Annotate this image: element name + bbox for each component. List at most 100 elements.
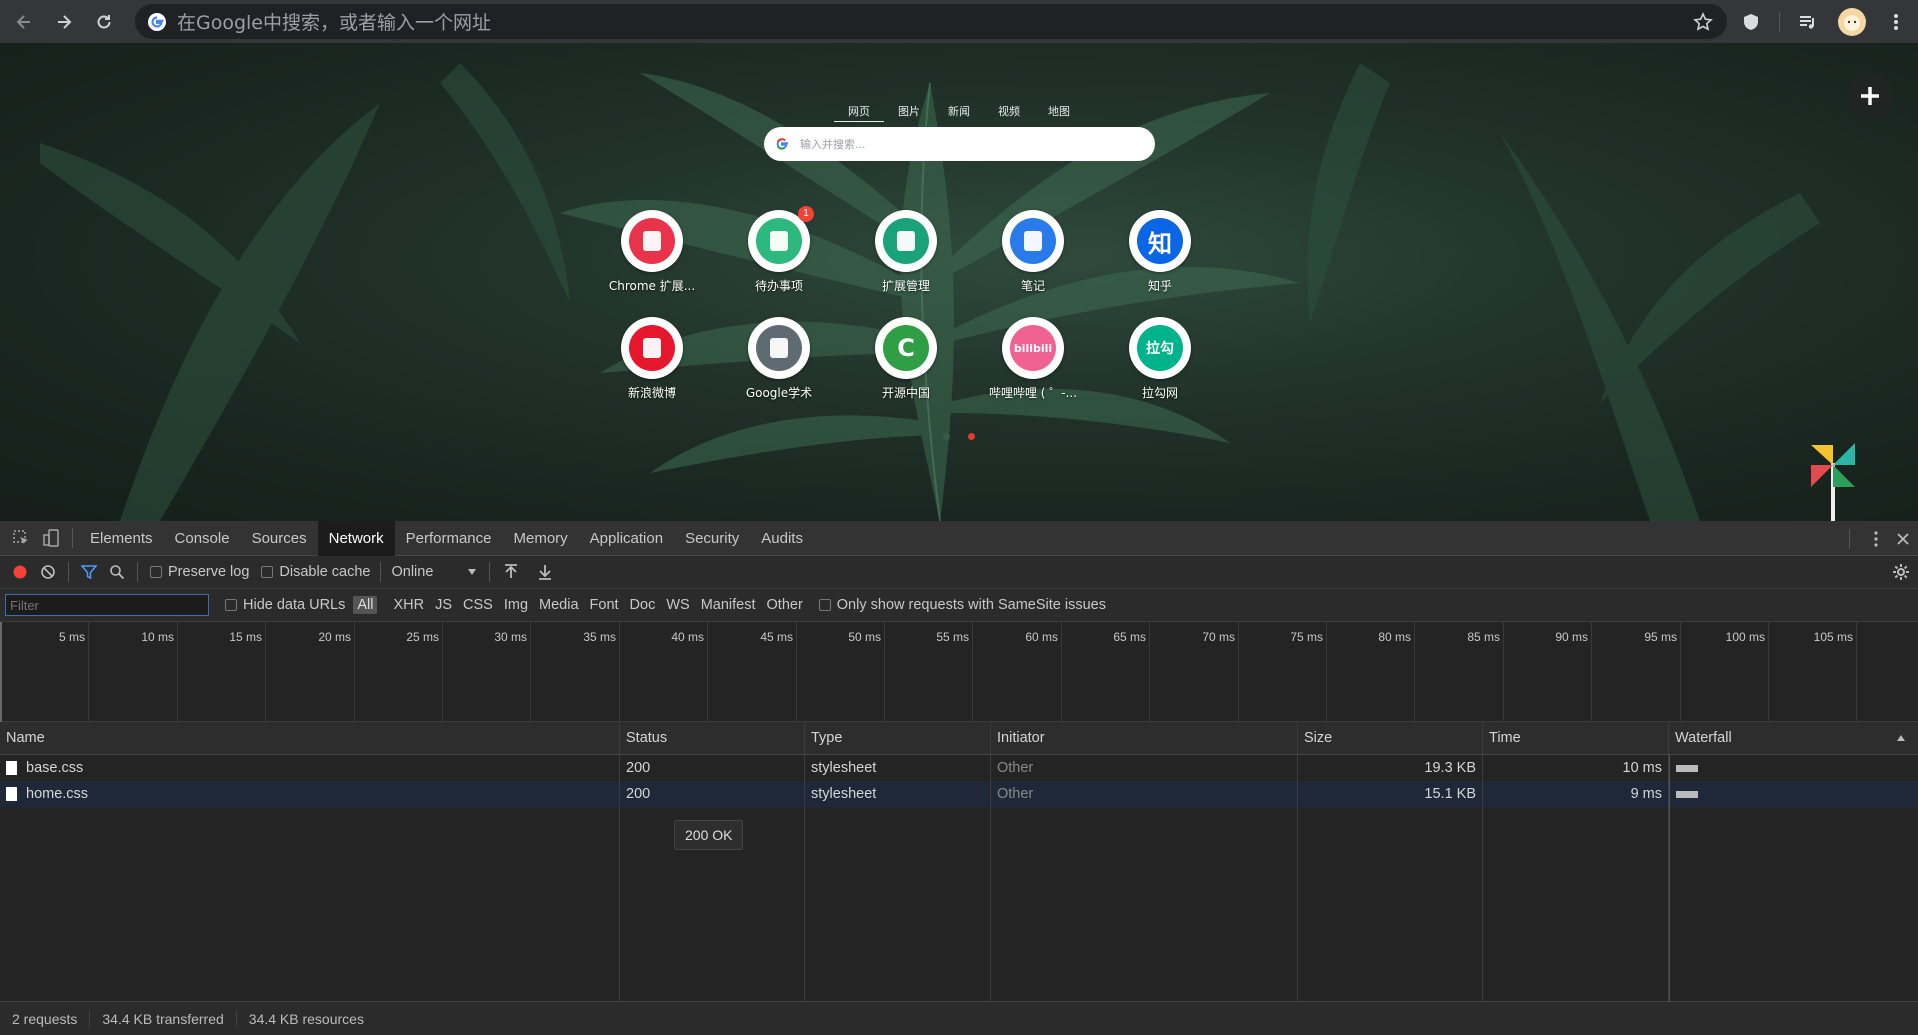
tab-performance[interactable]: Performance <box>395 521 503 556</box>
page-dots <box>943 433 975 440</box>
cell-waterfall <box>1669 755 1918 781</box>
checkbox[interactable] <box>225 599 237 611</box>
search-tab-web[interactable]: 网页 <box>834 103 884 122</box>
shortcut-tile[interactable]: 知知乎 <box>1105 210 1215 294</box>
checkbox[interactable] <box>818 599 831 611</box>
tick-label: 100 ms <box>1725 630 1765 644</box>
address-placeholder: 在Google中搜索，或者输入一个网址 <box>177 12 492 34</box>
tab-elements[interactable]: Elements <box>79 521 164 556</box>
record-button[interactable] <box>12 564 28 580</box>
filter-type-font[interactable]: Font <box>590 597 619 613</box>
resource-type-filters: All XHR JS CSS Img Media Font Doc WS Manifest Othe… <box>345 596 803 614</box>
shortcut-label: 哔哩哔哩 ( ゜-... <box>988 386 1078 400</box>
reload-button[interactable] <box>88 6 120 38</box>
column-header-time[interactable]: Time <box>1483 722 1669 754</box>
filter-type-media[interactable]: Media <box>539 597 579 613</box>
checkbox[interactable] <box>261 566 274 578</box>
shortcut-tile[interactable]: C 开源中国 <box>851 317 961 401</box>
tab-security[interactable]: Security <box>674 521 750 556</box>
table-row[interactable]: home.css 200 stylesheet Other 15.1 KB 9 ms <box>0 781 1918 807</box>
shortcut-tile[interactable]: Chrome 扩展... <box>597 210 707 294</box>
timeline-tick: 60 ms <box>1025 622 1062 722</box>
filter-type-img[interactable]: Img <box>504 597 528 613</box>
atom-icon <box>748 317 810 379</box>
table-row[interactable]: base.css 200 stylesheet Other 19.3 KB 10 ms <box>0 755 1918 781</box>
browser-toolbar: 在Google中搜索，或者输入一个网址 <box>0 0 1918 43</box>
samesite-checkbox[interactable]: Only show requests with SameSite issues <box>818 597 1106 613</box>
column-header-name[interactable]: Name <box>0 722 620 754</box>
tab-application[interactable]: Application <box>579 521 674 556</box>
pinwheel-icon[interactable] <box>1805 437 1861 521</box>
search-tab-news[interactable]: 新闻 <box>934 103 984 122</box>
address-bar[interactable]: 在Google中搜索，或者输入一个网址 <box>135 4 1727 39</box>
browser-menu-icon[interactable] <box>1878 4 1914 40</box>
search-button[interactable] <box>109 564 125 580</box>
filter-type-manifest[interactable]: Manifest <box>701 597 756 613</box>
shortcut-label: 新浪微博 <box>627 386 676 400</box>
tab-console[interactable]: Console <box>164 521 241 556</box>
shortcut-tile[interactable]: 笔记 <box>978 210 1088 294</box>
tick-label: 45 ms <box>760 630 793 644</box>
filter-type-other[interactable]: Other <box>767 597 803 613</box>
device-toolbar-icon[interactable] <box>36 529 66 547</box>
profile-avatar[interactable] <box>1834 4 1870 40</box>
tab-memory[interactable]: Memory <box>503 521 579 556</box>
tab-audits[interactable]: Audits <box>750 521 814 556</box>
export-har-button[interactable] <box>538 564 552 580</box>
request-name[interactable]: home.css <box>26 786 88 802</box>
shortcut-tile[interactable]: Google学术 <box>724 317 834 401</box>
search-input[interactable]: 输入并搜索... <box>764 127 1155 161</box>
add-shortcut-button[interactable] <box>1846 72 1894 120</box>
column-header-initiator[interactable]: Initiator <box>991 722 1298 754</box>
filter-type-xhr[interactable]: XHR <box>393 597 424 613</box>
shortcut-tile[interactable]: 1 待办事项 <box>724 206 834 294</box>
filter-type-css[interactable]: CSS <box>463 597 493 613</box>
filter-input[interactable] <box>5 594 209 616</box>
filter-toggle-button[interactable] <box>81 564 97 580</box>
network-settings-button[interactable] <box>1892 563 1910 585</box>
extension-shield-icon[interactable] <box>1733 4 1769 40</box>
disable-cache-checkbox[interactable]: Disable cache <box>261 564 370 580</box>
bookmark-star-icon[interactable] <box>1693 12 1713 32</box>
filter-type-doc[interactable]: Doc <box>630 597 656 613</box>
filter-type-js[interactable]: JS <box>435 597 452 613</box>
forward-button[interactable] <box>48 6 80 38</box>
timeline-tick: 5 ms <box>59 622 89 722</box>
throttle-select[interactable]: Online <box>391 564 477 580</box>
back-button[interactable] <box>8 6 40 38</box>
column-header-waterfall[interactable]: Waterfall <box>1669 722 1918 754</box>
request-name[interactable]: base.css <box>26 760 83 776</box>
column-header-size[interactable]: Size <box>1298 722 1483 754</box>
import-har-button[interactable] <box>504 564 518 580</box>
search-tab-images[interactable]: 图片 <box>884 103 934 122</box>
search-tab-video[interactable]: 视频 <box>984 103 1034 122</box>
clear-button[interactable] <box>40 564 56 580</box>
shortcut-tile[interactable]: 扩展管理 <box>851 210 961 294</box>
preserve-log-checkbox[interactable]: Preserve log <box>150 564 249 580</box>
table-empty-area <box>0 807 1918 1007</box>
search-tab-maps[interactable]: 地图 <box>1034 103 1084 122</box>
hide-data-urls-checkbox[interactable]: Hide data URLs <box>225 597 345 613</box>
checkbox[interactable] <box>150 566 162 578</box>
inspect-element-icon[interactable] <box>6 529 36 547</box>
devtools-menu-icon[interactable] <box>1874 530 1878 547</box>
tab-network[interactable]: Network <box>317 520 395 556</box>
shortcut-tile[interactable]: bilibili 哔哩哔哩 ( ゜-... <box>978 317 1088 401</box>
media-queue-icon[interactable] <box>1790 4 1826 40</box>
zhihu-icon: 知 <box>1129 210 1191 272</box>
column-header-type[interactable]: Type <box>805 722 991 754</box>
shortcut-tile[interactable]: 拉勾 拉勾网 <box>1105 317 1215 401</box>
close-icon[interactable] <box>1896 532 1910 546</box>
column-header-status[interactable]: Status <box>620 722 805 754</box>
filter-type-ws[interactable]: WS <box>666 597 689 613</box>
shortcut-label: 拉勾网 <box>1141 386 1178 400</box>
page-dot[interactable] <box>943 433 950 440</box>
cell-size: 15.1 KB <box>1298 781 1483 807</box>
page-dot-active[interactable] <box>968 433 975 440</box>
timeline-tick: 70 ms <box>1202 622 1239 722</box>
tab-sources[interactable]: Sources <box>241 521 318 556</box>
shortcut-tile[interactable]: 新浪微博 <box>597 317 707 401</box>
filter-type-all[interactable]: All <box>353 596 378 614</box>
network-overview-timeline[interactable]: 5 ms 10 ms 15 ms 20 ms 25 ms 30 ms 35 ms 40 ms 4… <box>0 622 1918 722</box>
plus-icon <box>1861 87 1879 105</box>
